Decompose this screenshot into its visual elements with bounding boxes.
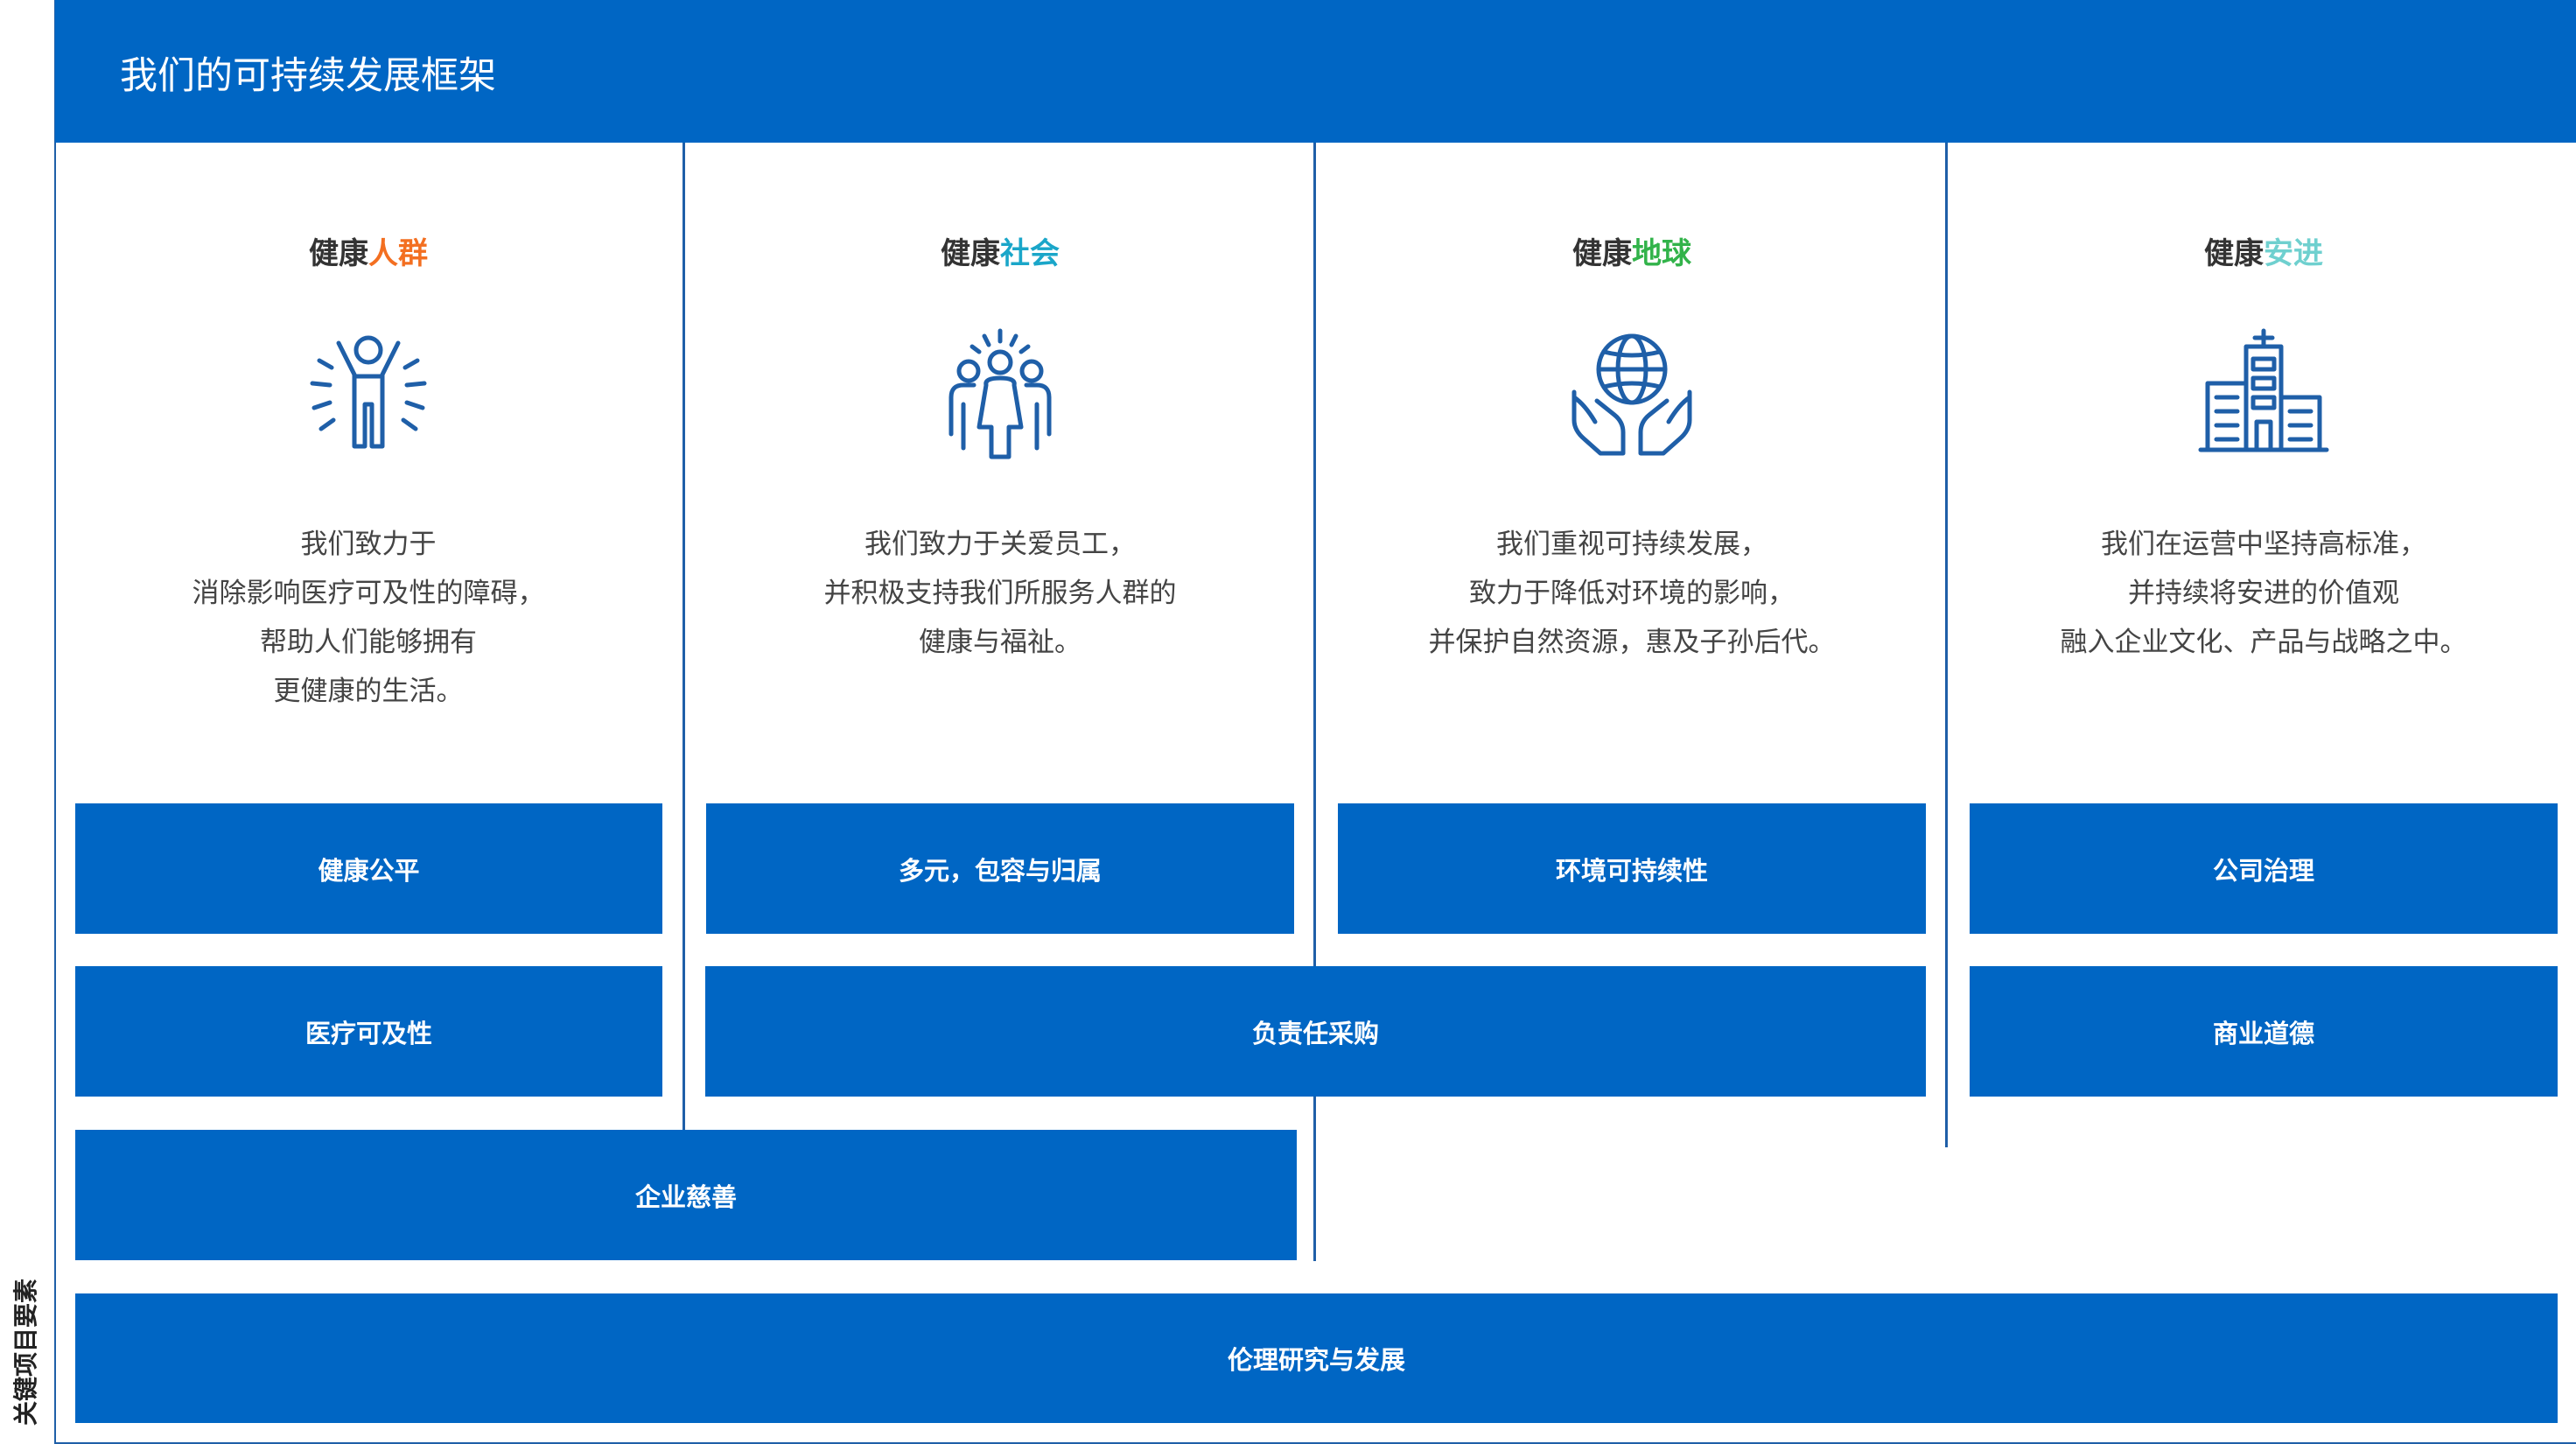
key-element-responsible-sourcing: 负责任采购: [705, 966, 1926, 1097]
description-line: 我们重视可持续发展，: [1496, 529, 1768, 560]
description-line: 并积极支持我们所服务人群的: [823, 578, 1177, 609]
pillar-title-accent: 地球: [1632, 236, 1691, 271]
pillar-title-accent: 人群: [368, 236, 428, 271]
description-line: 帮助人们能够拥有: [260, 627, 477, 658]
pillar-description-progress: 我们在运营中坚持高标准， 并持续将安进的价值观 融入企业文化、产品与战略之中。: [1970, 520, 2557, 667]
page-title: 我们的可持续发展框架: [120, 54, 496, 98]
pillar-title-progress: 健康安进: [1970, 229, 2557, 278]
column-divider: [1945, 143, 1948, 1147]
pillar-title-accent: 安进: [2264, 236, 2323, 271]
description-line: 消除影响医疗可及性的障碍，: [192, 578, 545, 609]
header-bar: 我们的可持续发展框架: [55, 0, 2576, 143]
key-element-corporate-governance: 公司治理: [1970, 803, 2558, 934]
description-line: 融入企业文化、产品与战略之中。: [2060, 627, 2468, 658]
key-element-env-sustainability: 环境可持续性: [1338, 803, 1926, 934]
pillar-description-society: 我们致力于关爱员工， 并积极支持我们所服务人群的 健康与福祉。: [707, 520, 1293, 667]
pillar-description-people: 我们致力于 消除影响医疗可及性的障碍， 帮助人们能够拥有 更健康的生活。: [75, 520, 662, 716]
pillar-title-planet: 健康地球: [1339, 229, 1925, 278]
column-divider: [682, 143, 685, 1131]
pillar-title-prefix: 健康: [941, 236, 1000, 271]
pillar-title-prefix: 健康: [1572, 236, 1632, 271]
key-element-business-ethics: 商业道德: [1970, 966, 2558, 1097]
description-line: 并持续将安进的价值观: [2128, 578, 2399, 609]
pillar-title-prefix: 健康: [309, 236, 368, 271]
pillar-title-society: 健康社会: [707, 229, 1293, 278]
pillar-description-planet: 我们重视可持续发展， 致力于降低对环境的影响， 并保护自然资源，惠及子孙后代。: [1339, 520, 1925, 667]
description-line: 更健康的生活。: [273, 676, 464, 707]
description-line: 健康与福祉。: [919, 627, 1082, 658]
side-label-text: 关键项目要素: [11, 1278, 41, 1426]
pillar-title-prefix: 健康: [2204, 236, 2264, 271]
pillar-title-people: 健康人群: [75, 229, 662, 278]
description-line: 我们致力于关爱员工，: [864, 529, 1136, 560]
description-line: 我们在运营中坚持高标准，: [2101, 529, 2426, 560]
key-element-access-to-care: 医疗可及性: [75, 966, 662, 1097]
office-buildings-icon: [2194, 324, 2334, 464]
description-line: 致力于降低对环境的影响，: [1469, 578, 1795, 609]
key-element-ethical-rd: 伦理研究与发展: [75, 1293, 2558, 1423]
description-line: 并保护自然资源，惠及子孙后代。: [1428, 627, 1836, 658]
key-element-philanthropy: 企业慈善: [75, 1130, 1297, 1260]
key-element-health-equity: 健康公平: [75, 803, 662, 934]
person-cheering-icon: [298, 324, 438, 464]
description-line: 我们致力于: [300, 529, 437, 560]
globe-in-hands-icon: [1562, 324, 1702, 464]
key-elements-side-label: 关键项目要素: [4, 1260, 46, 1444]
key-element-dei: 多元，包容与归属: [706, 803, 1294, 934]
pillar-title-accent: 社会: [1000, 236, 1060, 271]
people-group-icon: [930, 324, 1070, 464]
